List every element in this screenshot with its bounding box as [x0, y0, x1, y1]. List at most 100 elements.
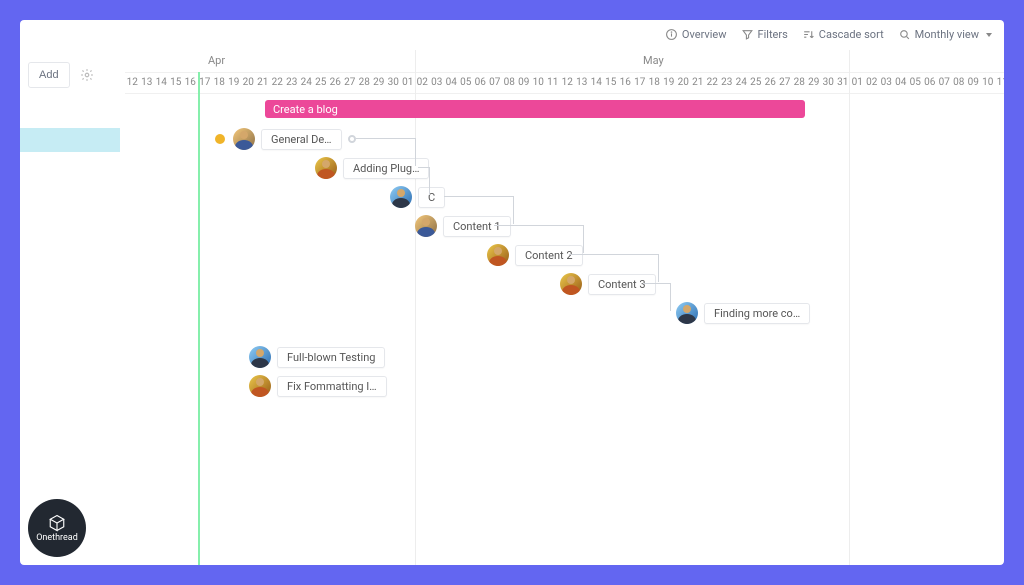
day-label: 16	[618, 77, 633, 88]
gantt-task[interactable]: Full-blown Testing	[249, 346, 385, 368]
day-label: 27	[343, 77, 358, 88]
day-label: 06	[923, 77, 938, 88]
day-label: 30	[821, 77, 836, 88]
status-dot	[215, 134, 225, 144]
day-label: 05	[908, 77, 923, 88]
gantt-body[interactable]: Create a blog General De…Adding Plug…CCo…	[20, 100, 1004, 565]
day-label: 22	[270, 77, 285, 88]
day-label: 12	[125, 77, 140, 88]
day-label: 13	[575, 77, 590, 88]
cube-icon	[48, 514, 66, 532]
top-toolbar: Overview Filters Cascade sort Monthly vi…	[665, 28, 992, 41]
zoom-icon	[898, 28, 911, 41]
sort-icon	[802, 28, 815, 41]
task-card-label: General De…	[261, 129, 342, 150]
filter-icon	[741, 28, 754, 41]
month-label: Apr	[208, 54, 225, 67]
brand-logo: Onethread	[28, 499, 86, 557]
task-connector	[494, 225, 584, 253]
left-controls: Add	[28, 62, 94, 88]
overview-label: Overview	[682, 28, 727, 41]
day-label: 22	[705, 77, 720, 88]
cascade-sort-label: Cascade sort	[819, 28, 884, 41]
gear-icon[interactable]	[80, 68, 94, 82]
brand-logo-text: Onethread	[36, 533, 78, 543]
day-label: 28	[792, 77, 807, 88]
avatar	[249, 375, 271, 397]
day-label: 18	[212, 77, 227, 88]
gantt-task[interactable]: Finding more co…	[676, 302, 810, 324]
avatar	[249, 346, 271, 368]
day-label: 25	[749, 77, 764, 88]
task-card-label: Full-blown Testing	[277, 347, 385, 368]
day-label: 30	[386, 77, 401, 88]
gantt-task[interactable]: General De…	[215, 128, 356, 150]
day-row: 1213141516171819202122232425262728293001…	[125, 72, 1004, 94]
filters-button[interactable]: Filters	[741, 28, 788, 41]
info-icon	[665, 28, 678, 41]
day-label: 12	[560, 77, 575, 88]
add-button[interactable]: Add	[28, 62, 70, 88]
day-label: 26	[328, 77, 343, 88]
day-label: 11	[995, 77, 1004, 88]
avatar	[390, 186, 412, 208]
task-connector	[418, 167, 430, 195]
task-connector	[356, 138, 416, 166]
day-label: 15	[169, 77, 184, 88]
day-label: 29	[807, 77, 822, 88]
day-label: 08	[502, 77, 517, 88]
day-label: 24	[299, 77, 314, 88]
day-label: 02	[415, 77, 430, 88]
day-label: 16	[183, 77, 198, 88]
month-row: Apr May	[125, 50, 1004, 72]
day-label: 01	[850, 77, 865, 88]
day-label: 17	[633, 77, 648, 88]
view-selector[interactable]: Monthly view	[898, 28, 992, 41]
day-label: 20	[676, 77, 691, 88]
day-label: 25	[314, 77, 329, 88]
cascade-sort-button[interactable]: Cascade sort	[802, 28, 884, 41]
day-label: 03	[879, 77, 894, 88]
connector-dot	[348, 135, 356, 143]
avatar	[315, 157, 337, 179]
day-label: 31	[836, 77, 851, 88]
task-connector	[643, 283, 671, 311]
view-label: Monthly view	[915, 28, 979, 41]
day-label: 07	[488, 77, 503, 88]
day-label: 14	[154, 77, 169, 88]
day-label: 26	[763, 77, 778, 88]
task-connector	[569, 254, 659, 282]
day-label: 13	[140, 77, 155, 88]
avatar	[415, 215, 437, 237]
gantt-task[interactable]: Fix Fommatting I…	[249, 375, 387, 397]
month-label: May	[643, 54, 664, 67]
day-label: 23	[285, 77, 300, 88]
timeline-header: AprMay 121314151617181920212223242526272…	[125, 50, 1004, 100]
day-label: 14	[589, 77, 604, 88]
day-label: 19	[227, 77, 242, 88]
day-label: 28	[357, 77, 372, 88]
task-card-label: Fix Fommatting I…	[277, 376, 387, 397]
day-label: 24	[734, 77, 749, 88]
day-label: 01	[401, 77, 416, 88]
summary-bar[interactable]: Create a blog	[265, 100, 805, 118]
day-label: 07	[937, 77, 952, 88]
day-label: 05	[459, 77, 474, 88]
day-label: 27	[778, 77, 793, 88]
overview-button[interactable]: Overview	[665, 28, 727, 41]
day-label: 09	[966, 77, 981, 88]
summary-bar-label: Create a blog	[273, 103, 338, 116]
day-label: 10	[531, 77, 546, 88]
day-label: 06	[473, 77, 488, 88]
task-card-label: Finding more co…	[704, 303, 810, 324]
day-label: 11	[546, 77, 561, 88]
task-connector	[444, 196, 514, 224]
avatar	[676, 302, 698, 324]
day-label: 08	[952, 77, 967, 88]
day-label: 09	[517, 77, 532, 88]
day-label: 19	[662, 77, 677, 88]
chevron-down-icon	[986, 33, 992, 37]
day-label: 02	[865, 77, 880, 88]
avatar	[233, 128, 255, 150]
day-label: 21	[691, 77, 706, 88]
